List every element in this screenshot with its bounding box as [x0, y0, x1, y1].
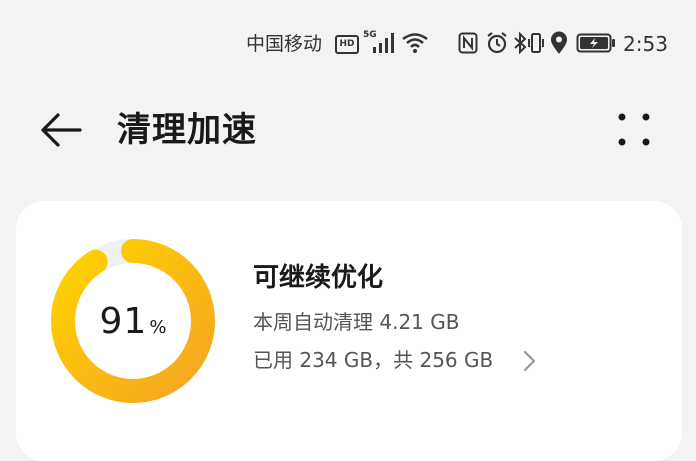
storage-usage-summary: 已用 234 GB，共 256 GB: [253, 348, 494, 372]
storage-status-title: 可继续优化: [253, 263, 384, 293]
vibrate-icon: [528, 33, 544, 53]
back-arrow-icon[interactable]: [38, 110, 84, 150]
status-bar: 中国移动 HD 5G 2:53: [0, 0, 696, 88]
more-dots-icon[interactable]: [612, 110, 656, 150]
alarm-icon: [487, 32, 507, 54]
chevron-right-icon[interactable]: [520, 349, 540, 373]
auto-clean-summary: 本周自动清理 4.21 GB: [253, 310, 460, 334]
nfc-icon: [458, 32, 478, 54]
carrier-name: 中国移动: [246, 33, 323, 55]
signal-icon: [373, 33, 394, 53]
battery-charging-icon: [576, 33, 615, 53]
storage-percent-number: 91: [99, 301, 148, 342]
hd-icon: HD: [335, 35, 359, 54]
storage-percent-unit: %: [149, 317, 167, 338]
clock: 2:53: [623, 32, 668, 56]
storage-percent: 91%: [48, 300, 218, 350]
location-icon: [551, 31, 567, 54]
wifi-icon: [402, 33, 428, 53]
bluetooth-icon: [514, 31, 527, 55]
page-title: 清理加速: [117, 110, 257, 150]
